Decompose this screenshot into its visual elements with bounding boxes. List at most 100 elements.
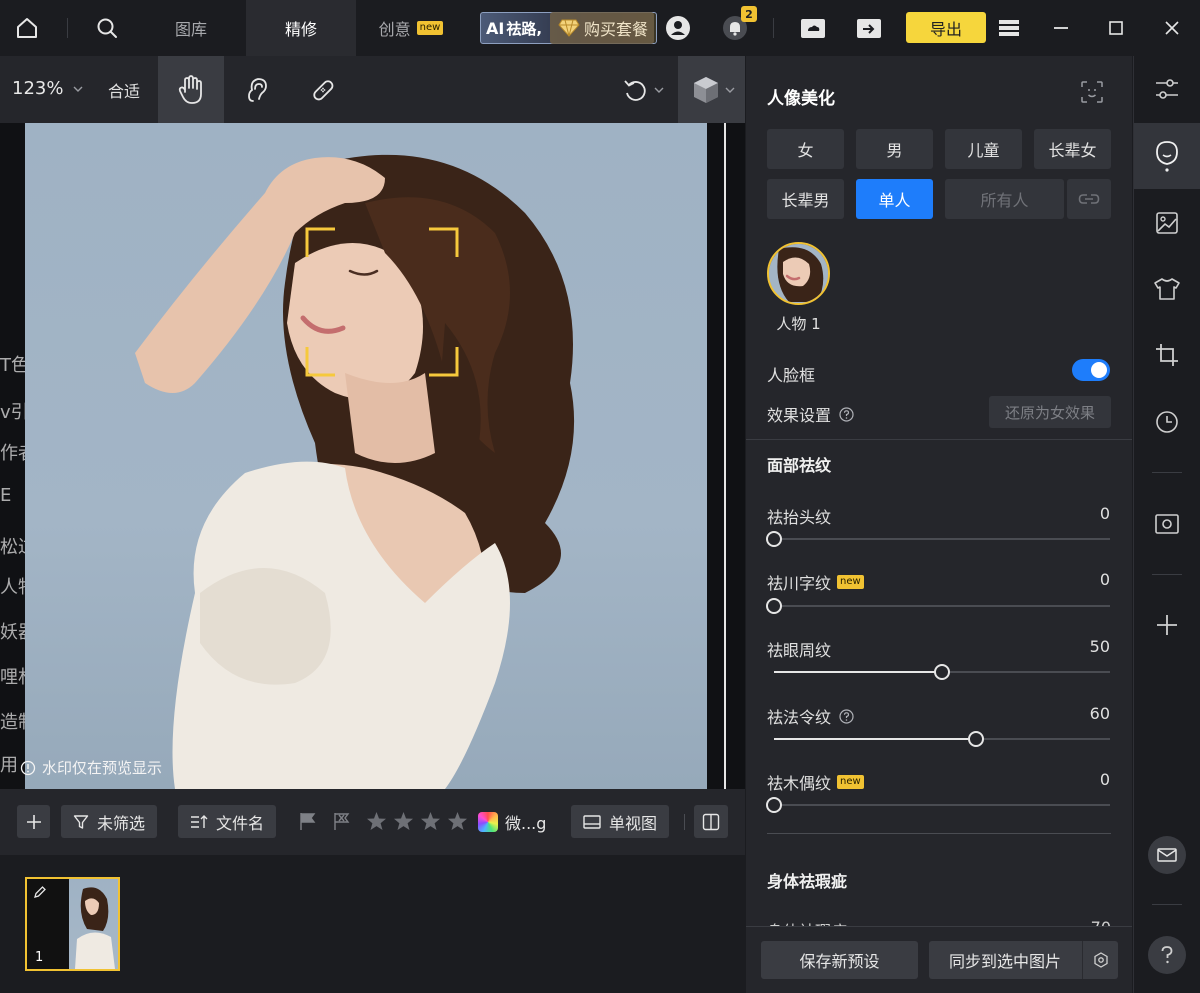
clothing-tool[interactable] <box>1134 256 1200 322</box>
compare-view-button[interactable] <box>694 805 728 838</box>
slider-track[interactable] <box>774 671 1110 673</box>
link-button[interactable] <box>1067 179 1111 219</box>
reject-flag-icon[interactable] <box>332 811 352 831</box>
edited-pencil-icon <box>33 885 47 899</box>
divider <box>67 18 68 38</box>
gender-elder-female-button[interactable]: 长辈女 <box>1034 129 1111 169</box>
hand-tool-button[interactable] <box>158 56 224 123</box>
compare-button[interactable] <box>678 56 745 123</box>
sort-button[interactable]: 文件名 <box>178 805 276 838</box>
adjust-tool[interactable] <box>1134 56 1200 122</box>
cloud-box-icon[interactable] <box>795 10 831 46</box>
message-button[interactable] <box>1148 836 1186 874</box>
thumbnail[interactable]: 1 <box>25 877 120 971</box>
crop-icon <box>1155 343 1179 367</box>
sync-settings-button[interactable] <box>1082 941 1118 979</box>
slider-track[interactable] <box>774 738 1110 740</box>
divider <box>773 18 774 38</box>
divider <box>684 814 685 830</box>
face-icon <box>1154 139 1180 173</box>
slider-track[interactable] <box>774 538 1110 540</box>
slider-track[interactable] <box>774 605 1110 607</box>
divider <box>767 833 1111 834</box>
ai-mark: AI <box>481 19 504 38</box>
export-button[interactable]: 导出 <box>906 12 986 43</box>
undo-history-button[interactable] <box>610 56 676 123</box>
gender-elder-male-button[interactable]: 长辈男 <box>767 179 844 219</box>
star-icon[interactable] <box>420 811 441 831</box>
slider-label: 祛川字纹new <box>767 570 864 594</box>
star-icon[interactable] <box>393 811 414 831</box>
help-icon[interactable] <box>839 407 854 422</box>
gender-male-button[interactable]: 男 <box>856 129 933 169</box>
search-icon[interactable] <box>89 10 125 46</box>
filter-button[interactable]: 未筛选 <box>61 805 157 838</box>
tab-retouch[interactable]: 精修 <box>246 0 356 56</box>
camera-tool[interactable] <box>1134 491 1200 557</box>
minimize-icon[interactable] <box>1043 10 1079 46</box>
zoom-select[interactable]: 123% <box>12 78 83 99</box>
face-frame-label: 人脸框 <box>767 362 815 386</box>
info-icon <box>20 760 36 776</box>
home-icon[interactable] <box>9 10 45 46</box>
link-icon <box>1078 192 1100 206</box>
close-icon[interactable] <box>1154 10 1190 46</box>
question-icon <box>1159 945 1175 965</box>
help-icon[interactable] <box>839 709 854 724</box>
retouch-brush-button[interactable] <box>224 56 290 123</box>
tab-gallery[interactable]: 图库 <box>136 0 246 56</box>
buy-package-button[interactable]: 购买套餐 <box>550 12 654 44</box>
notification-button[interactable]: 2 <box>717 10 753 46</box>
slider-track[interactable] <box>774 804 1110 806</box>
portrait-illustration <box>25 123 707 789</box>
new-badge: new <box>837 575 864 589</box>
face-detection-frame[interactable] <box>305 227 459 377</box>
ear-brush-icon <box>242 75 272 105</box>
avatar-icon[interactable] <box>660 10 696 46</box>
star-icon[interactable] <box>366 811 387 831</box>
bandage-tool-button[interactable] <box>290 56 356 123</box>
slider-knob[interactable] <box>934 664 950 680</box>
canvas-scrollbar[interactable] <box>724 123 726 789</box>
settings-icon <box>1093 952 1109 968</box>
all-people-button[interactable]: 所有人 <box>945 179 1064 219</box>
star-icon[interactable] <box>447 811 468 831</box>
crop-tool[interactable] <box>1134 322 1200 388</box>
gender-child-button[interactable]: 儿童 <box>945 129 1022 169</box>
gender-female-button[interactable]: 女 <box>767 129 844 169</box>
effect-settings: 效果设置 <box>767 402 854 426</box>
menu-icon[interactable] <box>991 10 1027 46</box>
portrait-tool[interactable] <box>1134 123 1200 189</box>
face-frame-toggle[interactable] <box>1072 359 1110 381</box>
single-view-button[interactable]: 单视图 <box>571 805 669 838</box>
image-tool[interactable] <box>1134 190 1200 256</box>
save-preset-button[interactable]: 保存新预设 <box>761 941 918 979</box>
import-icon[interactable] <box>851 10 887 46</box>
sync-to-selected-button[interactable]: 同步到选中图片 <box>929 941 1118 979</box>
face-scan-icon[interactable] <box>1080 80 1104 104</box>
slider-knob[interactable] <box>766 531 782 547</box>
fit-button[interactable]: 合适 <box>108 78 140 102</box>
slider-knob[interactable] <box>766 797 782 813</box>
portrait-photo <box>25 123 707 789</box>
slider-label: 祛木偶纹new <box>767 770 864 794</box>
slider-knob[interactable] <box>766 598 782 614</box>
star-rating[interactable] <box>366 811 468 831</box>
funnel-icon <box>73 814 89 830</box>
image-canvas[interactable]: T色 v引 作者 E 松过 人物 妖器 哩林 造制 用 <box>0 123 745 789</box>
add-tool[interactable] <box>1134 592 1200 658</box>
slider-value: 60 <box>1090 704 1110 723</box>
slider-knob[interactable] <box>968 731 984 747</box>
tool-rail <box>1133 56 1200 993</box>
reset-to-female-button[interactable]: 还原为女效果 <box>989 396 1111 428</box>
add-image-button[interactable] <box>17 805 50 838</box>
flag-icon[interactable] <box>298 811 318 831</box>
person-avatar[interactable] <box>767 242 830 305</box>
maximize-icon[interactable] <box>1098 10 1134 46</box>
history-tool[interactable] <box>1134 389 1200 455</box>
tab-creative[interactable]: 创意 new <box>356 0 466 56</box>
color-label-select[interactable]: 微...g <box>478 810 546 834</box>
portrait-beauty-panel: 人像美化 女 男 儿童 长辈女 长辈男 单人 所有人 人物 1 人脸框 效果设置… <box>746 56 1132 993</box>
help-button[interactable] <box>1148 936 1186 974</box>
single-person-button[interactable]: 单人 <box>856 179 933 219</box>
